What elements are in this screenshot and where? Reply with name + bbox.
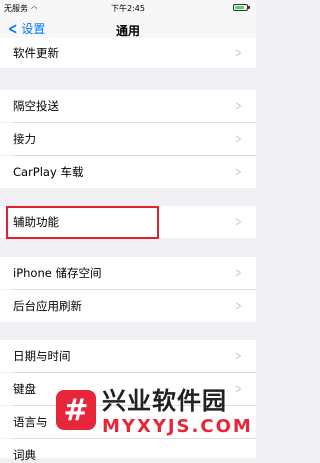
chevron-right-icon: > (235, 214, 242, 230)
row-label: 日期与时间 (13, 349, 71, 363)
chevron-right-icon: > (235, 265, 242, 281)
row-carplay[interactable]: CarPlay 车载 > (0, 156, 256, 188)
row-label: 后台应用刷新 (13, 299, 82, 313)
status-bar: 无服务 ◠ 下午2:45 (0, 0, 256, 16)
row-label: 词典 (13, 448, 36, 462)
chevron-right-icon: > (235, 298, 242, 314)
row-label: 语言与 (13, 415, 48, 429)
highlight-box (6, 206, 159, 239)
row-label: iPhone 储存空间 (13, 266, 102, 280)
status-time: 下午2:45 (111, 4, 145, 13)
chevron-right-icon: > (235, 164, 242, 180)
page-title: 通用 (115, 24, 140, 38)
row-label: CarPlay 车载 (13, 165, 84, 179)
watermark: # 兴业软件园 MYXYJS.COM (56, 386, 256, 458)
chevron-right-icon: > (235, 98, 242, 114)
row-label: 接力 (13, 132, 36, 146)
row-software-update[interactable]: 软件更新 > (0, 38, 256, 68)
row-handoff[interactable]: 接力 > (0, 123, 256, 155)
row-label: 软件更新 (13, 46, 59, 60)
row-airdrop[interactable]: 隔空投送 > (0, 90, 256, 122)
watermark-logo: # (56, 390, 96, 430)
watermark-title: 兴业软件园 (102, 387, 227, 415)
row-background-refresh[interactable]: 后台应用刷新 > (0, 290, 256, 322)
chevron-right-icon: > (235, 45, 242, 61)
watermark-url: MYXYJS.COM (102, 416, 253, 437)
row-date-time[interactable]: 日期与时间 > (0, 340, 256, 372)
row-label: 隔空投送 (13, 99, 59, 113)
chevron-right-icon: > (235, 348, 242, 364)
row-iphone-storage[interactable]: iPhone 储存空间 > (0, 257, 256, 289)
chevron-right-icon: > (235, 131, 242, 147)
battery-icon (233, 4, 250, 11)
watermark-text: 兴业软件园 MYXYJS.COM (102, 386, 253, 438)
battery-fill (235, 6, 244, 9)
row-label: 键盘 (13, 382, 36, 396)
